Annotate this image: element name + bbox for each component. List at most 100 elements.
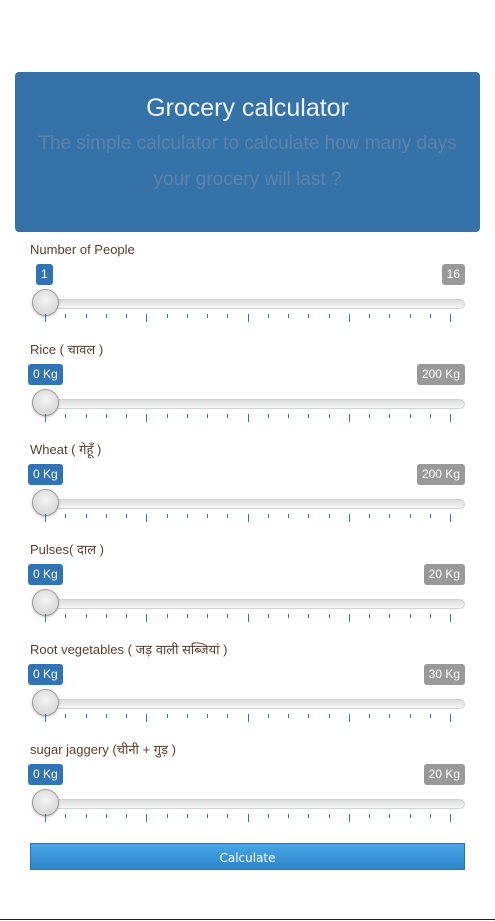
slider-tick [106, 314, 107, 318]
slider-tick [227, 714, 228, 718]
slider-ticks [45, 814, 451, 822]
slider-tick [349, 714, 350, 722]
slider-tick [65, 514, 66, 518]
slider-tick [146, 514, 147, 522]
slider-tick [65, 414, 66, 418]
slider-tick [106, 614, 107, 618]
page-subtitle: The simple calculator to calculate how m… [38, 133, 457, 190]
slider-min-badge: 0 Kg [28, 764, 63, 785]
slider-handle[interactable] [32, 389, 59, 416]
slider-tick [167, 714, 168, 718]
slider-tick [329, 414, 330, 418]
slider-tick [248, 614, 249, 622]
slider-handle[interactable] [32, 489, 59, 516]
slider-tick [126, 414, 127, 418]
slider-track[interactable] [32, 599, 465, 609]
slider-tick [369, 814, 370, 818]
slider-track[interactable] [32, 399, 465, 409]
slider-max-badge: 20 Kg [423, 764, 465, 785]
slider-track[interactable] [32, 799, 465, 809]
slider-label: sugar jaggery (चीनी + गुड़ ) [30, 742, 176, 757]
slider-tick [430, 414, 431, 418]
slider-tick [430, 514, 431, 518]
slider-tick [430, 314, 431, 318]
slider-tick [86, 814, 87, 818]
slider-tick [268, 614, 269, 618]
slider-tick [389, 514, 390, 518]
slider-tick [106, 414, 107, 418]
slider-tick [268, 514, 269, 518]
slider-root-vegetables: Root vegetables ( जड़ वाली सब्जियां ) 0 … [28, 642, 465, 732]
slider-tick [410, 814, 411, 818]
slider-tick [126, 514, 127, 518]
slider-handle[interactable] [32, 589, 59, 616]
slider-tick [450, 614, 451, 622]
slider-tick [86, 414, 87, 418]
slider-tick [106, 814, 107, 818]
slider-tick [410, 714, 411, 718]
slider-tick [227, 414, 228, 418]
slider-tick [207, 514, 208, 518]
slider-tick [389, 614, 390, 618]
slider-tick [126, 614, 127, 618]
slider-tick [410, 514, 411, 518]
slider-tick [369, 314, 370, 318]
slider-tick [369, 414, 370, 418]
slider-tick [268, 314, 269, 318]
slider-tick [329, 314, 330, 318]
slider-tick [450, 514, 451, 522]
slider-tick [389, 814, 390, 818]
slider-tick [106, 514, 107, 518]
slider-tick [329, 714, 330, 718]
slider-max-badge: 16 [441, 264, 465, 285]
slider-tick [288, 814, 289, 818]
slider-handle[interactable] [32, 789, 59, 816]
slider-label: Root vegetables ( जड़ वाली सब्जियां ) [30, 642, 228, 657]
slider-tick [308, 514, 309, 518]
slider-tick [45, 714, 46, 722]
slider-tick [207, 714, 208, 718]
slider-pulses: Pulses( दाल ) 0 Kg 20 Kg [28, 542, 465, 632]
slider-tick [349, 414, 350, 422]
slider-tick [349, 614, 350, 622]
slider-min-badge: 0 Kg [28, 364, 63, 385]
slider-label: Wheat ( गेहूँ ) [30, 442, 102, 457]
slider-tick [106, 714, 107, 718]
slider-tick [349, 814, 350, 822]
slider-tick [308, 814, 309, 818]
slider-tick [187, 714, 188, 718]
slider-tick [308, 414, 309, 418]
page-bottom-divider [0, 919, 495, 920]
slider-ticks [45, 314, 451, 322]
slider-tick [430, 814, 431, 818]
slider-tick [187, 514, 188, 518]
slider-tick [308, 714, 309, 718]
slider-tick [45, 814, 46, 822]
slider-handle[interactable] [32, 689, 59, 716]
slider-track[interactable] [32, 299, 465, 309]
slider-label: Rice ( चावल ) [30, 342, 104, 357]
slider-tick [369, 714, 370, 718]
slider-tick [349, 514, 350, 522]
slider-tick [187, 814, 188, 818]
slider-handle[interactable] [32, 289, 59, 316]
slider-tick [410, 314, 411, 318]
slider-track[interactable] [32, 699, 465, 709]
slider-label: Number of People [30, 242, 135, 257]
slider-max-badge: 20 Kg [423, 564, 465, 585]
slider-rice: Rice ( चावल ) 0 Kg 200 Kg [28, 342, 465, 432]
slider-tick [86, 514, 87, 518]
slider-track[interactable] [32, 499, 465, 509]
calculate-button[interactable]: Calculate [30, 843, 465, 870]
slider-tick [207, 614, 208, 618]
slider-tick [268, 714, 269, 718]
slider-tick [207, 814, 208, 818]
slider-tick [450, 714, 451, 722]
slider-tick [248, 414, 249, 422]
slider-tick [288, 614, 289, 618]
slider-sugar-jaggery: sugar jaggery (चीनी + गुड़ ) 0 Kg 20 Kg [28, 742, 465, 832]
slider-wheat: Wheat ( गेहूँ ) 0 Kg 200 Kg [28, 442, 465, 532]
slider-tick [167, 414, 168, 418]
slider-tick [369, 614, 370, 618]
slider-tick [126, 714, 127, 718]
